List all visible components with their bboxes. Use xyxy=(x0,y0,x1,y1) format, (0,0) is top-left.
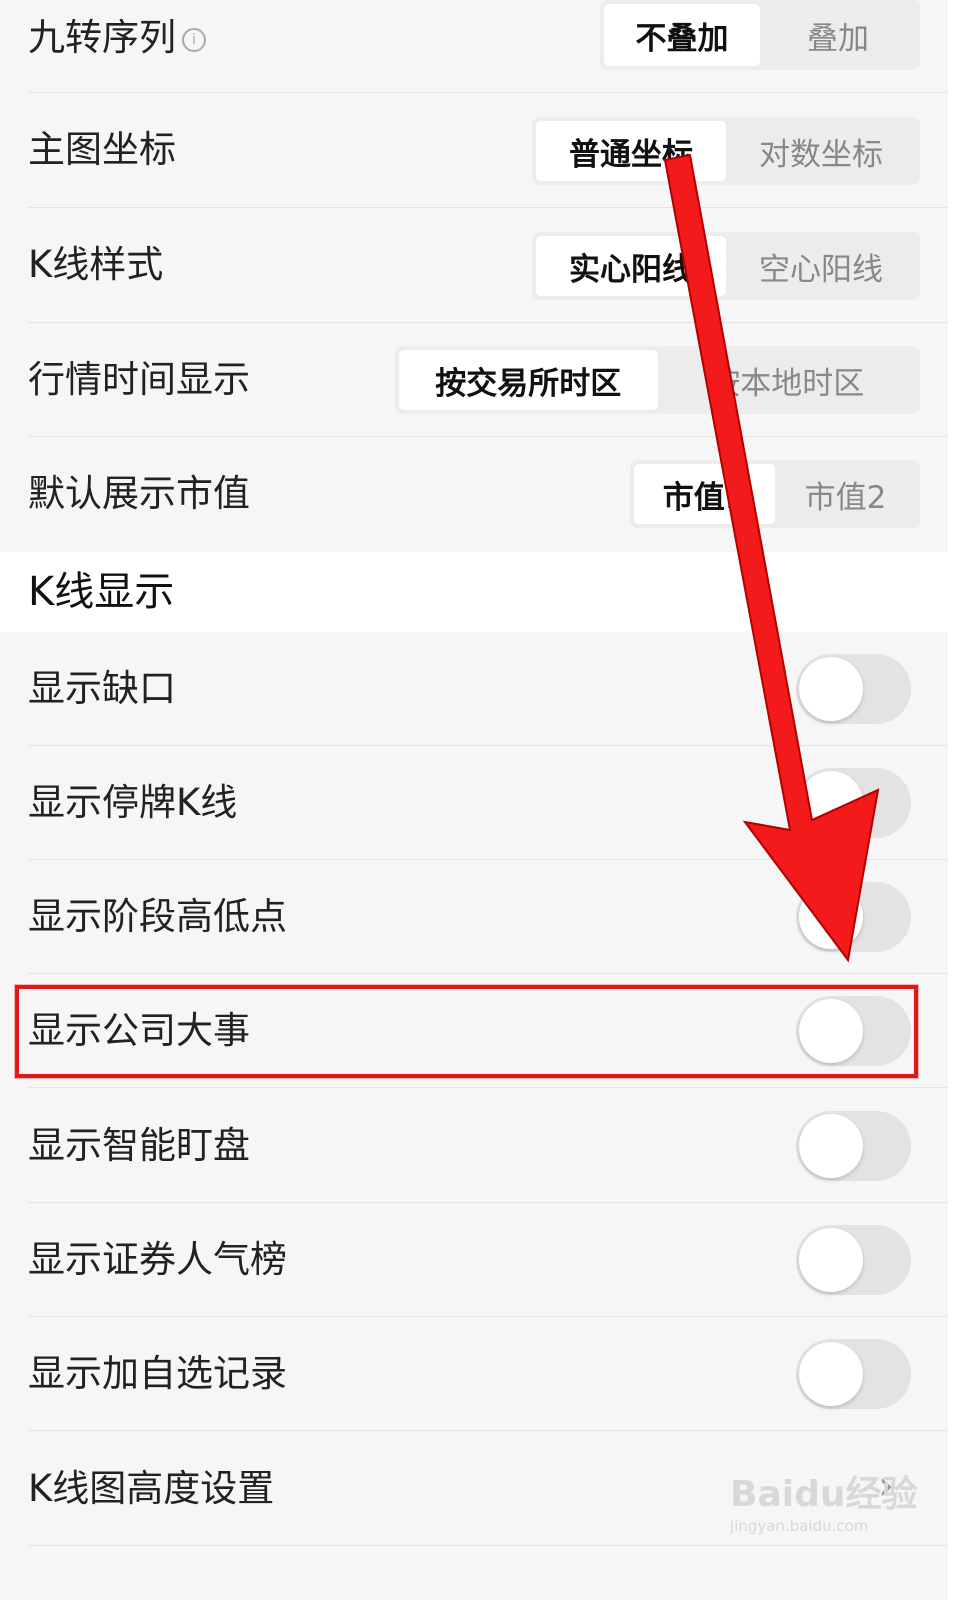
baidu-watermark: Baidu经验 jingyan.baidu.com xyxy=(730,1465,930,1550)
right-margin xyxy=(948,0,967,1600)
annotation-arrow xyxy=(663,153,880,963)
settings-screen: 九转序列 i 不叠加 叠加 主图坐标 普通坐标 对数坐标 K线样式 实心阳线 空心… xyxy=(0,0,948,1600)
watermark-brand: Baidu经验 xyxy=(730,1474,918,1515)
watermark-url: jingyan.baidu.com xyxy=(730,1517,869,1535)
